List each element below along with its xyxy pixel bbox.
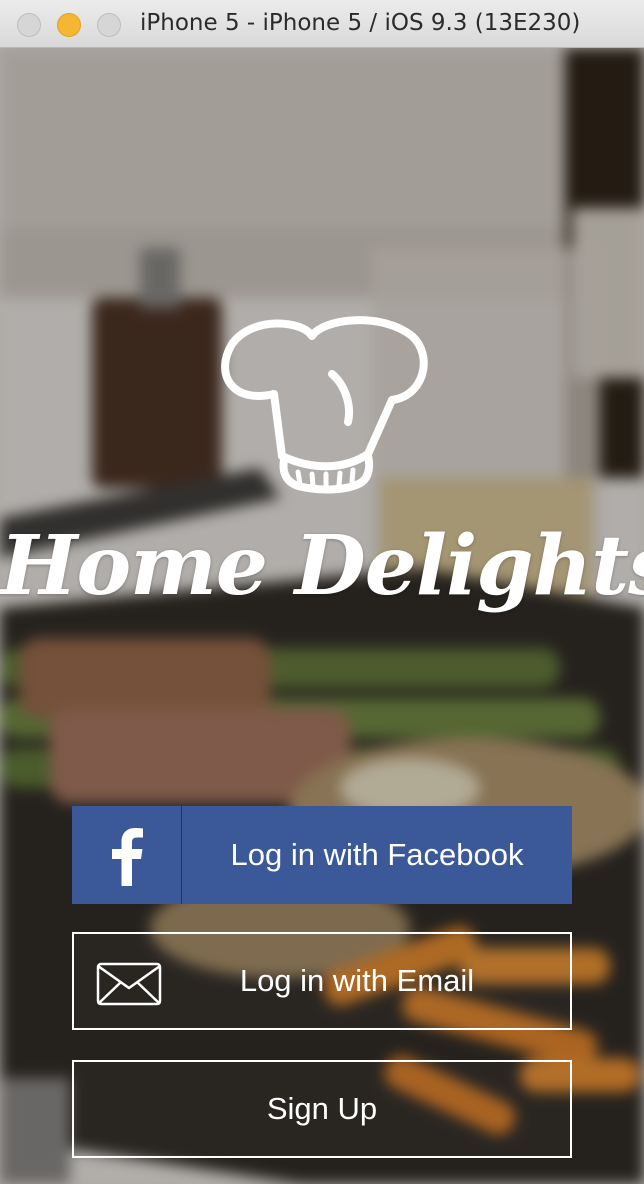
window-title: iPhone 5 - iPhone 5 / iOS 9.3 (13E230) (140, 10, 581, 36)
minimize-window-button[interactable] (57, 13, 81, 37)
facebook-icon (112, 828, 143, 886)
window-title-bar: iPhone 5 - iPhone 5 / iOS 9.3 (13E230) (0, 0, 644, 48)
facebook-login-button[interactable]: Log in with Facebook (72, 806, 572, 904)
envelope-icon (96, 962, 162, 1006)
facebook-icon-box (72, 806, 182, 904)
simulator-window: iPhone 5 - iPhone 5 / iOS 9.3 (13E230) H… (0, 0, 644, 1184)
email-login-label: Log in with Email (239, 963, 475, 998)
close-window-button[interactable] (17, 13, 41, 37)
sign-up-label: Sign Up (266, 1091, 378, 1126)
app-title: Home Delights (0, 518, 644, 614)
facebook-login-label: Log in with Facebook (230, 837, 524, 872)
app-screen: Home Delights Log in with Facebook Log i… (0, 48, 644, 1184)
sign-up-button[interactable]: Sign Up (72, 1060, 572, 1158)
email-login-button[interactable]: Log in with Email (72, 932, 572, 1030)
maximize-window-button[interactable] (97, 13, 121, 37)
chef-hat-icon (221, 316, 428, 494)
